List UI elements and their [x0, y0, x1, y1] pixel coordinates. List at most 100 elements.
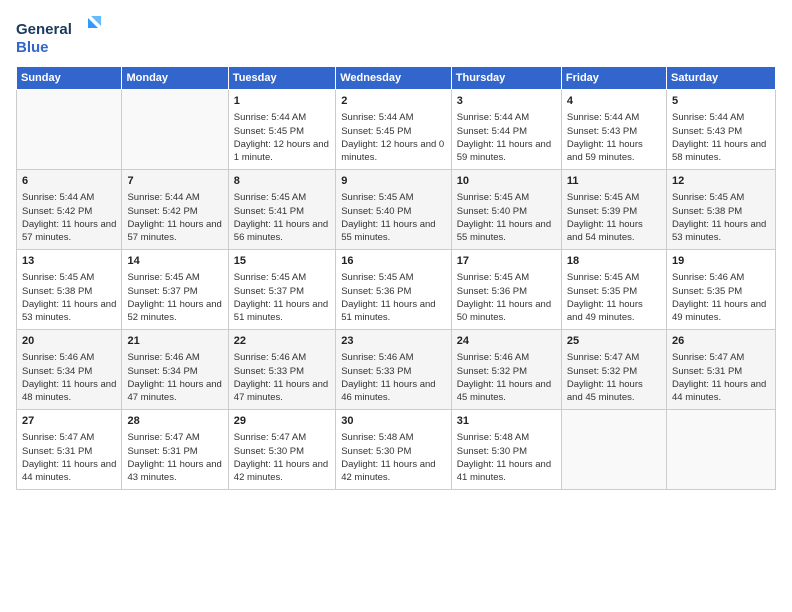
daylight-text: Daylight: 11 hours and 51 minutes. — [234, 298, 330, 325]
sunrise-text: Sunrise: 5:44 AM — [127, 191, 222, 204]
sunset-text: Sunset: 5:40 PM — [457, 205, 556, 218]
daylight-text: Daylight: 11 hours and 52 minutes. — [127, 298, 222, 325]
daylight-text: Daylight: 11 hours and 53 minutes. — [672, 218, 770, 245]
sunrise-text: Sunrise: 5:46 AM — [234, 351, 330, 364]
day-number: 1 — [234, 94, 330, 109]
sunset-text: Sunset: 5:44 PM — [457, 125, 556, 138]
sunrise-text: Sunrise: 5:46 AM — [22, 351, 116, 364]
daylight-text: Daylight: 11 hours and 47 minutes. — [127, 378, 222, 405]
calendar-day-cell: 17 Sunrise: 5:45 AM Sunset: 5:36 PM Dayl… — [451, 250, 561, 330]
day-number: 4 — [567, 94, 661, 109]
calendar-day-cell: 4 Sunrise: 5:44 AM Sunset: 5:43 PM Dayli… — [561, 90, 666, 170]
sunrise-text: Sunrise: 5:47 AM — [127, 431, 222, 444]
day-number: 27 — [22, 414, 116, 429]
daylight-text: Daylight: 11 hours and 58 minutes. — [672, 138, 770, 165]
calendar-day-cell: 15 Sunrise: 5:45 AM Sunset: 5:37 PM Dayl… — [228, 250, 335, 330]
header-thursday: Thursday — [451, 67, 561, 90]
day-number: 9 — [341, 174, 446, 189]
daylight-text: Daylight: 11 hours and 51 minutes. — [341, 298, 446, 325]
daylight-text: Daylight: 11 hours and 59 minutes. — [457, 138, 556, 165]
calendar-day-cell: 18 Sunrise: 5:45 AM Sunset: 5:35 PM Dayl… — [561, 250, 666, 330]
sunrise-text: Sunrise: 5:46 AM — [127, 351, 222, 364]
calendar-day-cell: 7 Sunrise: 5:44 AM Sunset: 5:42 PM Dayli… — [122, 170, 228, 250]
header-sunday: Sunday — [17, 67, 122, 90]
sunset-text: Sunset: 5:30 PM — [341, 445, 446, 458]
sunrise-text: Sunrise: 5:44 AM — [341, 111, 446, 124]
calendar-week-row: 13 Sunrise: 5:45 AM Sunset: 5:38 PM Dayl… — [17, 250, 776, 330]
day-number: 13 — [22, 254, 116, 269]
day-number: 20 — [22, 334, 116, 349]
calendar-day-cell: 19 Sunrise: 5:46 AM Sunset: 5:35 PM Dayl… — [666, 250, 775, 330]
day-number: 19 — [672, 254, 770, 269]
daylight-text: Daylight: 11 hours and 55 minutes. — [457, 218, 556, 245]
sunrise-text: Sunrise: 5:47 AM — [672, 351, 770, 364]
day-number: 28 — [127, 414, 222, 429]
day-number: 10 — [457, 174, 556, 189]
calendar-day-cell: 5 Sunrise: 5:44 AM Sunset: 5:43 PM Dayli… — [666, 90, 775, 170]
sunset-text: Sunset: 5:45 PM — [341, 125, 446, 138]
day-number: 12 — [672, 174, 770, 189]
sunset-text: Sunset: 5:42 PM — [127, 205, 222, 218]
calendar-day-cell: 1 Sunrise: 5:44 AM Sunset: 5:45 PM Dayli… — [228, 90, 335, 170]
day-number: 7 — [127, 174, 222, 189]
sunset-text: Sunset: 5:42 PM — [22, 205, 116, 218]
sunrise-text: Sunrise: 5:44 AM — [22, 191, 116, 204]
calendar-day-cell: 23 Sunrise: 5:46 AM Sunset: 5:33 PM Dayl… — [336, 330, 452, 410]
sunset-text: Sunset: 5:38 PM — [672, 205, 770, 218]
empty-cell — [666, 410, 775, 490]
day-number: 22 — [234, 334, 330, 349]
daylight-text: Daylight: 11 hours and 54 minutes. — [567, 218, 661, 245]
calendar-week-row: 27 Sunrise: 5:47 AM Sunset: 5:31 PM Dayl… — [17, 410, 776, 490]
sunrise-text: Sunrise: 5:45 AM — [457, 271, 556, 284]
sunset-text: Sunset: 5:31 PM — [672, 365, 770, 378]
header-tuesday: Tuesday — [228, 67, 335, 90]
sunrise-text: Sunrise: 5:45 AM — [234, 271, 330, 284]
sunset-text: Sunset: 5:35 PM — [672, 285, 770, 298]
calendar-day-cell: 12 Sunrise: 5:45 AM Sunset: 5:38 PM Dayl… — [666, 170, 775, 250]
sunrise-text: Sunrise: 5:45 AM — [567, 191, 661, 204]
daylight-text: Daylight: 11 hours and 42 minutes. — [341, 458, 446, 485]
logo-svg: General Blue — [16, 16, 106, 58]
daylight-text: Daylight: 11 hours and 53 minutes. — [22, 298, 116, 325]
sunrise-text: Sunrise: 5:46 AM — [341, 351, 446, 364]
sunrise-text: Sunrise: 5:44 AM — [234, 111, 330, 124]
calendar-day-cell: 26 Sunrise: 5:47 AM Sunset: 5:31 PM Dayl… — [666, 330, 775, 410]
day-number: 18 — [567, 254, 661, 269]
calendar-day-cell: 27 Sunrise: 5:47 AM Sunset: 5:31 PM Dayl… — [17, 410, 122, 490]
page-header: General Blue — [16, 16, 776, 58]
calendar-day-cell: 22 Sunrise: 5:46 AM Sunset: 5:33 PM Dayl… — [228, 330, 335, 410]
header-friday: Friday — [561, 67, 666, 90]
sunrise-text: Sunrise: 5:45 AM — [672, 191, 770, 204]
logo: General Blue — [16, 16, 106, 58]
day-number: 16 — [341, 254, 446, 269]
calendar-day-cell: 6 Sunrise: 5:44 AM Sunset: 5:42 PM Dayli… — [17, 170, 122, 250]
day-number: 14 — [127, 254, 222, 269]
daylight-text: Daylight: 11 hours and 47 minutes. — [234, 378, 330, 405]
calendar-day-cell: 16 Sunrise: 5:45 AM Sunset: 5:36 PM Dayl… — [336, 250, 452, 330]
day-number: 17 — [457, 254, 556, 269]
sunset-text: Sunset: 5:32 PM — [457, 365, 556, 378]
sunset-text: Sunset: 5:36 PM — [341, 285, 446, 298]
sunrise-text: Sunrise: 5:46 AM — [672, 271, 770, 284]
calendar-day-cell: 21 Sunrise: 5:46 AM Sunset: 5:34 PM Dayl… — [122, 330, 228, 410]
sunrise-text: Sunrise: 5:44 AM — [672, 111, 770, 124]
calendar-header-row: SundayMondayTuesdayWednesdayThursdayFrid… — [17, 67, 776, 90]
calendar-day-cell: 24 Sunrise: 5:46 AM Sunset: 5:32 PM Dayl… — [451, 330, 561, 410]
day-number: 31 — [457, 414, 556, 429]
sunset-text: Sunset: 5:40 PM — [341, 205, 446, 218]
daylight-text: Daylight: 11 hours and 41 minutes. — [457, 458, 556, 485]
calendar-day-cell: 28 Sunrise: 5:47 AM Sunset: 5:31 PM Dayl… — [122, 410, 228, 490]
sunset-text: Sunset: 5:30 PM — [234, 445, 330, 458]
daylight-text: Daylight: 11 hours and 49 minutes. — [567, 298, 661, 325]
sunset-text: Sunset: 5:30 PM — [457, 445, 556, 458]
sunrise-text: Sunrise: 5:45 AM — [22, 271, 116, 284]
calendar-day-cell: 3 Sunrise: 5:44 AM Sunset: 5:44 PM Dayli… — [451, 90, 561, 170]
sunset-text: Sunset: 5:31 PM — [127, 445, 222, 458]
day-number: 11 — [567, 174, 661, 189]
daylight-text: Daylight: 11 hours and 59 minutes. — [567, 138, 661, 165]
day-number: 2 — [341, 94, 446, 109]
calendar-day-cell: 9 Sunrise: 5:45 AM Sunset: 5:40 PM Dayli… — [336, 170, 452, 250]
day-number: 15 — [234, 254, 330, 269]
sunset-text: Sunset: 5:37 PM — [234, 285, 330, 298]
sunrise-text: Sunrise: 5:46 AM — [457, 351, 556, 364]
